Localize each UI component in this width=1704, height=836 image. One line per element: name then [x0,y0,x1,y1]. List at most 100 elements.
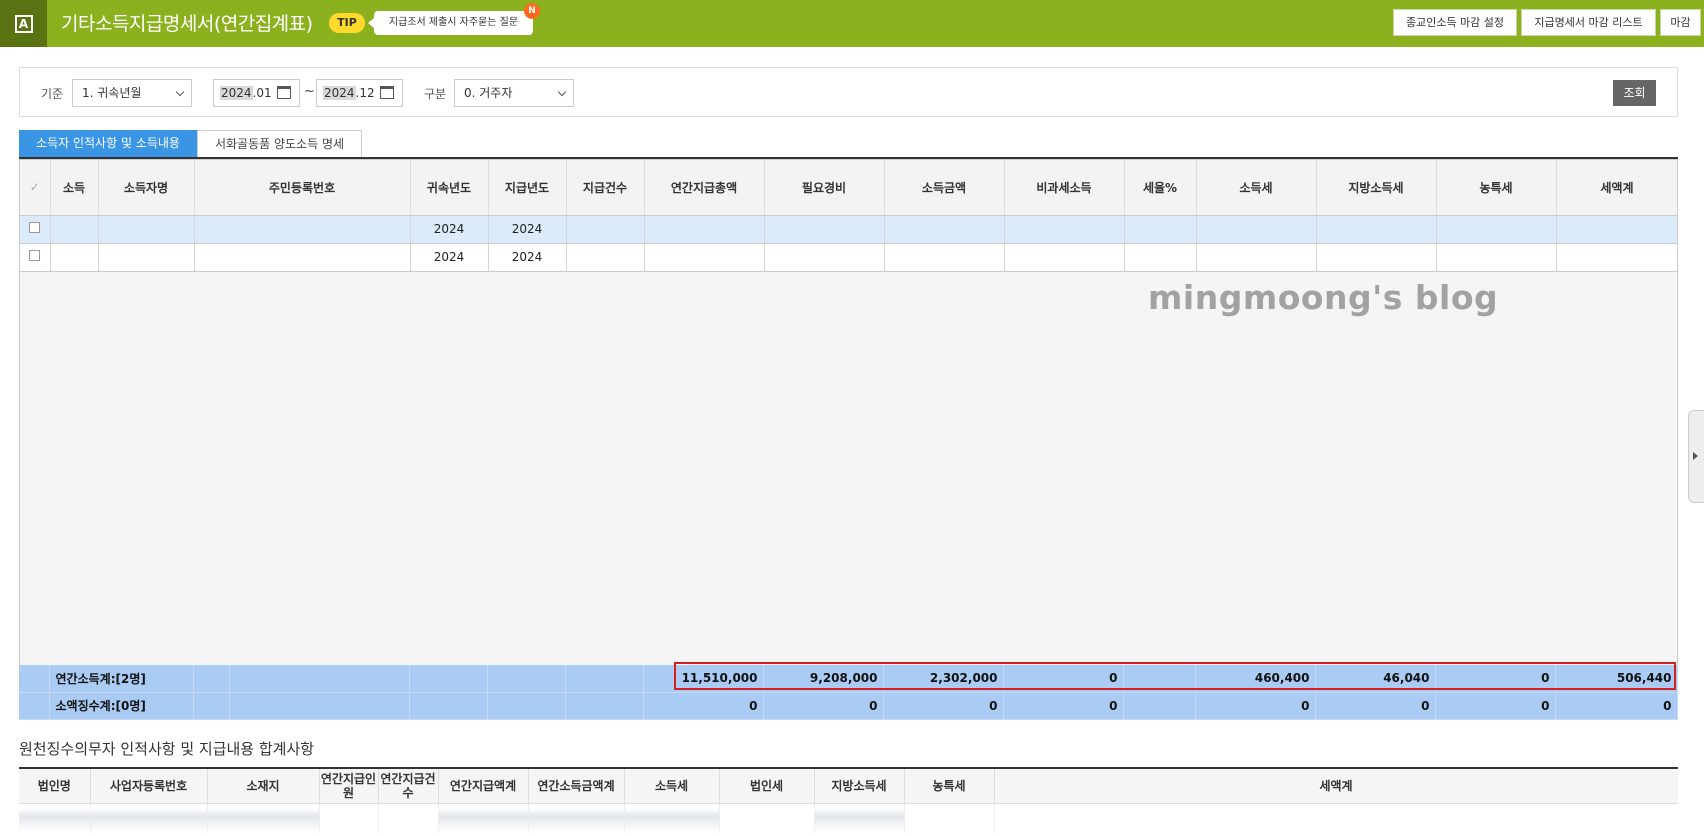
search-button[interactable]: 조회 [1613,80,1656,106]
col-business-number[interactable]: 사업자등록번호 [90,769,208,804]
summary-header-row: 법인명 사업자등록번호 소재지 연간지급인원 연간지급건수 연간지급액계 연간소… [19,769,1678,804]
col-tax-rate[interactable]: 세율% [1124,160,1197,216]
close-button[interactable]: 마감 [1660,9,1701,36]
col-necessary-expenses[interactable]: 필요경비 [764,160,885,216]
top-header: A 기타소득지급명세서(연간집계표) TIP 지급조서 제출시 자주묻는 질문 … [0,0,1704,47]
checkbox[interactable] [29,222,41,233]
col-income-tax[interactable]: 소득세 [1196,160,1317,216]
small-income-tax: 0 [1195,692,1316,720]
page-title: 기타소득지급명세서(연간집계표) [61,13,313,35]
small-income-amount: 0 [883,692,1004,720]
calendar-icon[interactable] [277,86,291,99]
check-icon: ✓ [29,180,40,195]
date-to-month: .12 [355,86,375,100]
col-rural-tax[interactable]: 농특세 [904,769,995,804]
grid-header-row: ✓ 소득 소득자명 주민등록번호 귀속년도 지급년도 지급건수 연간지급총액 필… [20,160,1677,216]
col-annual-headcount[interactable]: 연간지급인원 [319,769,379,804]
basis-select[interactable]: 1. 귀속년월 [72,79,192,107]
table-row[interactable]: 2024 2024 [20,215,1677,244]
totals-spacer [19,692,50,720]
chevron-right-icon [1693,452,1698,460]
cell-redacted [194,243,411,272]
religious-income-close-setting-button[interactable]: 종교인소득 마감 설정 [1393,9,1517,36]
logo-letter: A [14,14,33,33]
totals-spacer [409,692,488,720]
cell-redacted [1316,243,1437,272]
col-earner-name[interactable]: 소득자명 [98,160,195,216]
checkbox[interactable] [29,250,41,261]
totals-spacer [193,692,230,720]
select-all-checkbox[interactable]: ✓ [20,160,51,216]
cell-redacted [1124,243,1197,272]
cell-payment-year: 2024 [488,215,567,244]
col-resident-number[interactable]: 주민등록번호 [194,160,411,216]
totals-spacer [1123,692,1196,720]
col-location[interactable]: 소재지 [207,769,320,804]
row-checkbox[interactable] [20,243,51,272]
col-income-amount[interactable]: 소득금액 [884,160,1005,216]
division-label: 구분 [424,87,447,101]
table-row[interactable]: 2024 2024 [20,243,1677,272]
cell-redacted [1436,215,1557,244]
tab-income-details[interactable]: 소득자 인적사항 및 소득내용 [19,130,197,157]
col-income-tax[interactable]: 소득세 [624,769,720,804]
totals-spacer [409,665,488,693]
division-select[interactable]: 0. 거주자 [454,79,574,107]
small-tax-total: 0 [1555,692,1678,720]
cell-redacted [98,243,195,272]
cell-empty [719,803,815,833]
totals-spacer [229,665,410,693]
table-row[interactable] [19,803,1678,833]
cell-redacted [644,215,765,244]
row-checkbox[interactable] [20,215,51,244]
cell-redacted [1124,215,1197,244]
col-tax-total[interactable]: 세액계 [1556,160,1677,216]
small-rural-tax: 0 [1435,692,1556,720]
col-income-type[interactable]: 소득 [50,160,99,216]
cell-redacted [50,215,99,244]
tip-badge[interactable]: TIP [329,13,365,33]
col-local-income-tax[interactable]: 지방소득세 [814,769,905,804]
col-corp-name[interactable]: 법인명 [19,769,91,804]
side-panel-toggle[interactable] [1688,410,1704,503]
annual-total-label: 연간소득계:[2명] [49,665,194,693]
income-grid: ✓ 소득 소득자명 주민등록번호 귀속년도 지급년도 지급건수 연간지급총액 필… [19,159,1678,719]
highlight-box [674,662,1676,690]
col-nontaxable[interactable]: 비과세소득 [1004,160,1125,216]
totals-spacer [229,692,410,720]
calendar-icon[interactable] [380,86,394,99]
date-from-month: .01 [252,86,272,100]
cell-payment-year: 2024 [488,243,567,272]
cell-redacted [90,803,208,833]
small-local-income-tax: 0 [1315,692,1436,720]
cell-redacted [528,803,625,833]
cell-redacted [19,803,91,833]
date-to-input[interactable]: 2024.12 [316,79,403,107]
division-select-value: 0. 거주자 [464,86,513,100]
cell-redacted [98,215,195,244]
col-annual-income-sum[interactable]: 연간소득금액계 [528,769,625,804]
withholding-summary-grid: 법인명 사업자등록번호 소재지 연간지급인원 연간지급건수 연간지급액계 연간소… [19,767,1678,836]
tip-link[interactable]: 지급조서 제출시 자주묻는 질문 [368,11,533,35]
app-logo[interactable]: A [0,0,47,47]
col-attribution-year[interactable]: 귀속년도 [410,160,489,216]
col-payment-year[interactable]: 지급년도 [488,160,567,216]
col-corporate-tax[interactable]: 법인세 [719,769,815,804]
col-rural-tax[interactable]: 농특세 [1436,160,1557,216]
tab-antique-transfer[interactable]: 서화골동품 양도소득 명세 [197,130,362,157]
col-annual-total[interactable]: 연간지급총액 [644,160,765,216]
col-payment-count[interactable]: 지급건수 [566,160,645,216]
date-from-input[interactable]: 2024.01 [213,79,300,107]
cell-redacted [438,803,529,833]
col-local-income-tax[interactable]: 지방소득세 [1316,160,1437,216]
cell-redacted [624,803,720,833]
small-total-amount: 0 [643,692,764,720]
statement-close-list-button[interactable]: 지급명세서 마감 리스트 [1521,9,1656,36]
col-tax-total[interactable]: 세액계 [994,769,1678,804]
col-annual-payment-sum[interactable]: 연간지급액계 [438,769,529,804]
col-annual-payment-count[interactable]: 연간지급건수 [378,769,439,804]
chevron-down-icon [557,87,567,97]
totals-spacer [487,665,566,693]
basis-label: 기준 [41,87,64,101]
cell-redacted [1004,215,1125,244]
